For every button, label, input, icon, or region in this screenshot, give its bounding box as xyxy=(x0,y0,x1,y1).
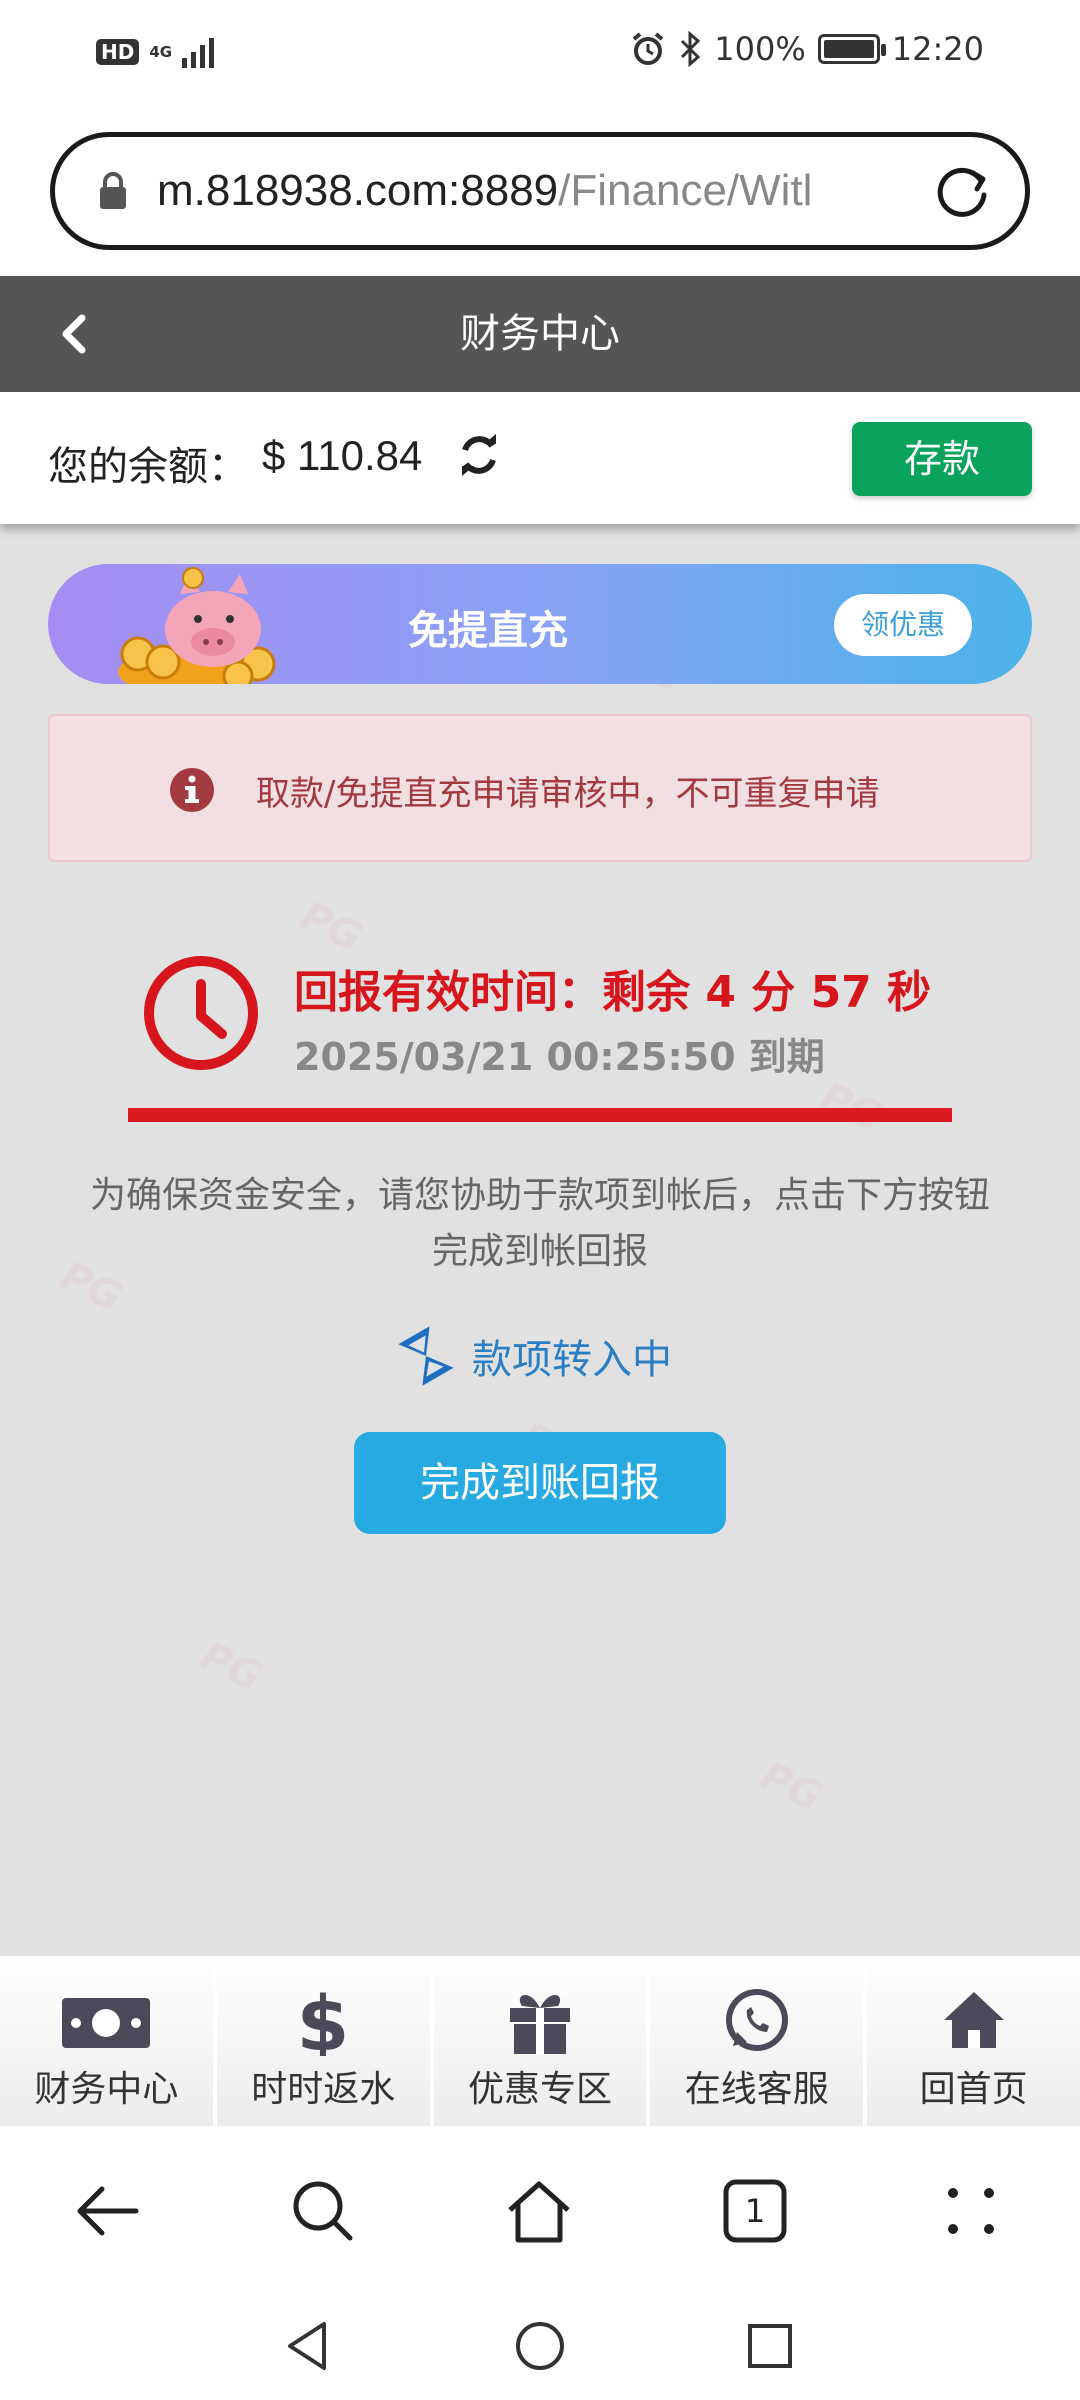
transfer-status: 款项转入中 xyxy=(394,1324,672,1388)
alarm-icon xyxy=(633,32,664,65)
watermark: PG xyxy=(813,1073,889,1141)
nav-label-support: 在线客服 xyxy=(684,2069,829,2110)
home-icon xyxy=(943,1992,1004,2048)
nav-item-home[interactable]: 回首页 xyxy=(867,1956,1080,2126)
dollar-icon: $ xyxy=(297,1984,350,2056)
svg-text:$: $ xyxy=(297,1984,350,2056)
page-header: 财务中心 xyxy=(0,276,1080,392)
more-menu-icon[interactable] xyxy=(936,2176,1006,2246)
timer-title: 回报有效时间：剩余 4 分 57 秒 xyxy=(294,967,932,1018)
confirm-receipt-button[interactable]: 完成到账回报 xyxy=(354,1432,726,1534)
promo-title: 免提直充 xyxy=(408,608,568,654)
url-host: m.818938.com:8889 xyxy=(157,166,559,215)
hd-badge: HD xyxy=(96,39,140,65)
nav-item-promotions[interactable]: 优惠专区 xyxy=(434,1956,651,2126)
url-path: /Finance/Witl xyxy=(558,166,813,215)
status-bar: HD 4G 100% 12:20 xyxy=(0,0,1080,110)
refresh-icon[interactable] xyxy=(456,432,502,478)
battery-icon xyxy=(817,34,886,64)
timer-progress-bar xyxy=(128,1108,952,1122)
system-recents-icon[interactable] xyxy=(740,2316,800,2376)
claim-offer-button[interactable]: 领优惠 xyxy=(834,594,972,656)
network-type: 4G xyxy=(149,43,173,61)
bluetooth-icon xyxy=(681,31,701,67)
promo-banner[interactable]: 免提直充 领优惠 xyxy=(48,564,1032,684)
reload-icon[interactable] xyxy=(933,163,991,221)
tab-count: 1 xyxy=(744,2192,766,2230)
balance-label: 您的余额： xyxy=(48,444,248,490)
clock-icon xyxy=(144,956,258,1070)
clock: 12:20 xyxy=(891,30,984,68)
nav-label-rebate: 时时返水 xyxy=(251,2069,396,2110)
nav-label-promotions: 优惠专区 xyxy=(467,2069,612,2110)
main-content: PG PG PG PG PG PG PG PG 免提直充 领优惠 xyxy=(0,524,1080,1956)
transfer-text: 款项转入中 xyxy=(472,1337,672,1383)
search-icon[interactable] xyxy=(288,2176,358,2246)
notice-line-1: 为确保资金安全，请您协助于款项到帐后，点击下方按钮 xyxy=(89,1175,990,1216)
notice-text: 为确保资金安全，请您协助于款项到帐后，点击下方按钮 完成到帐回报 xyxy=(40,1168,1040,1280)
browser-home-icon[interactable] xyxy=(504,2176,574,2246)
system-back-icon[interactable] xyxy=(278,2316,338,2376)
whatsapp-icon xyxy=(725,1989,788,2051)
info-icon xyxy=(170,768,214,812)
signal-icon xyxy=(182,38,215,68)
balance-bar: 您的余额： $ 110.84 存款 xyxy=(0,392,1080,524)
status-left: HD 4G xyxy=(96,36,218,68)
nav-item-rebate[interactable]: $ 时时返水 xyxy=(217,1956,434,2126)
nav-label-finance: 财务中心 xyxy=(34,2069,179,2110)
watermark: PG xyxy=(293,893,369,961)
battery-percent: 100% xyxy=(714,30,806,68)
url-text[interactable]: m.818938.com:8889/Finance/Witl xyxy=(157,166,897,216)
alert-box: 取款/免提直充申请审核中，不可重复申请 xyxy=(48,714,1032,862)
nav-item-support[interactable]: 在线客服 xyxy=(650,1956,868,2126)
money-icon xyxy=(62,1998,151,2048)
deposit-button[interactable]: 存款 xyxy=(852,422,1032,496)
nav-label-home: 回首页 xyxy=(919,2069,1028,2110)
watermark: PG xyxy=(753,1753,829,1821)
timer-expiry: 2025/03/21 00:25:50 到期 xyxy=(294,1035,825,1079)
lock-icon xyxy=(93,161,133,221)
system-navigation-bar xyxy=(0,2290,1080,2400)
browser-back-icon[interactable] xyxy=(72,2176,142,2246)
gift-icon xyxy=(509,1994,570,2054)
back-arrow-icon[interactable] xyxy=(50,306,100,362)
balance-value: $ 110.84 xyxy=(262,432,423,479)
tabs-button[interactable]: 1 xyxy=(720,2176,790,2246)
bottom-nav: 财务中心 $ 时时返水 优惠专区 在线客服 回首页 xyxy=(0,1956,1080,2126)
watermark: PG xyxy=(193,1633,269,1701)
hourglass-icon xyxy=(398,1326,454,1386)
page-title: 财务中心 xyxy=(460,311,620,357)
alert-text: 取款/免提直充申请审核中，不可重复申请 xyxy=(256,774,880,814)
nav-item-finance[interactable]: 财务中心 xyxy=(0,1956,217,2126)
browser-toolbar: 1 xyxy=(0,2126,1080,2290)
system-home-icon[interactable] xyxy=(510,2316,570,2376)
address-bar[interactable]: m.818938.com:8889/Finance/Witl xyxy=(50,132,1030,250)
notice-line-2: 完成到帐回报 xyxy=(431,1231,648,1272)
status-right: 100% 12:20 xyxy=(630,30,984,68)
